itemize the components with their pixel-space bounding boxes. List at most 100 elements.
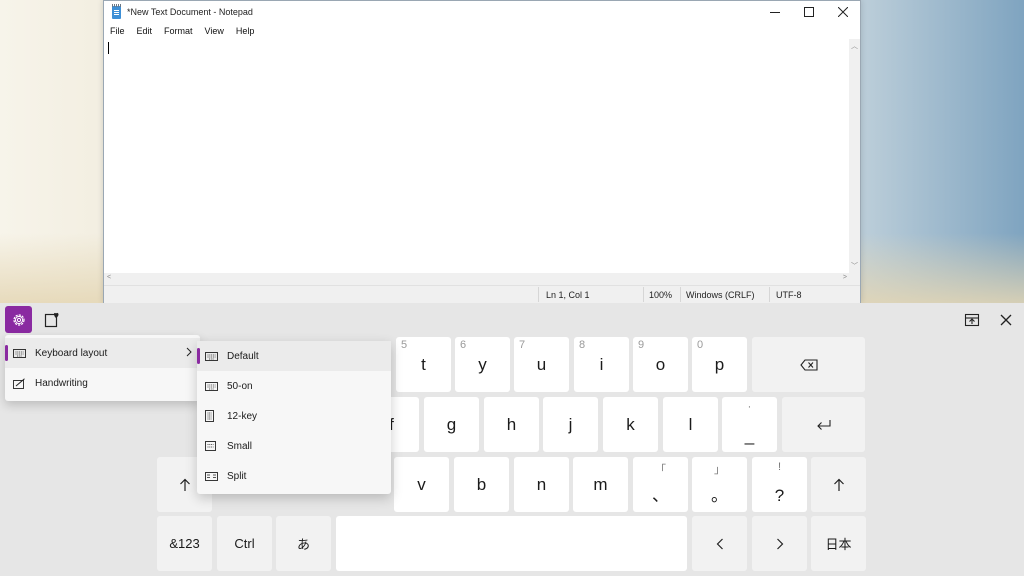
layout-option-50-on[interactable]: 50-on (197, 371, 391, 401)
title-bar[interactable]: *New Text Document - Notepad (104, 1, 860, 23)
handwriting-icon (13, 377, 35, 389)
language-key[interactable]: 日本 (811, 516, 866, 571)
settings-button[interactable] (5, 306, 32, 333)
scroll-down-icon[interactable]: ﹀ (851, 261, 858, 271)
menu-file[interactable]: File (110, 26, 125, 36)
scroll-right-icon[interactable]: > (843, 274, 847, 281)
menu-item-keyboard-layout[interactable]: Keyboard layout (5, 338, 200, 368)
key-label: l (688, 414, 693, 434)
shift-icon (833, 478, 844, 491)
vertical-scrollbar[interactable]: ︿ ﹀ (849, 39, 860, 273)
selection-indicator (5, 345, 8, 361)
status-divider (769, 287, 770, 302)
key-i[interactable]: 8i (574, 337, 629, 392)
minimize-icon (770, 12, 780, 13)
key-t[interactable]: 5t (396, 337, 451, 392)
maximize-button[interactable] (792, 1, 826, 23)
menu-item-label: 12-key (227, 410, 258, 422)
scroll-corner (849, 273, 860, 285)
key-label: ? (774, 486, 785, 505)
key-label: n (536, 474, 547, 494)
horizontal-scrollbar[interactable]: < > (104, 273, 850, 285)
key-g[interactable]: g (424, 397, 479, 452)
key-b[interactable]: b (454, 457, 509, 512)
status-divider (680, 287, 681, 302)
menu-item-handwriting[interactable]: Handwriting (5, 368, 200, 398)
menu-bar: File Edit Format View Help (104, 23, 860, 39)
menu-edit[interactable]: Edit (137, 26, 153, 36)
scroll-up-icon[interactable]: ︿ (851, 41, 858, 51)
key-p[interactable]: 0p (692, 337, 747, 392)
status-divider (538, 287, 539, 302)
keyboard-icon (205, 381, 227, 391)
minimize-button[interactable] (758, 1, 792, 23)
key-o[interactable]: 9o (633, 337, 688, 392)
key-label: o (655, 354, 666, 374)
key-label: i (599, 354, 604, 374)
key-y[interactable]: 6y (455, 337, 510, 392)
key-label: &123 (169, 536, 200, 551)
scroll-left-icon[interactable]: < (107, 274, 111, 281)
layout-option-split[interactable]: Split (197, 461, 391, 491)
status-position: Ln 1, Col 1 (546, 290, 590, 300)
enter-key[interactable] (782, 397, 865, 452)
key-label: 。 (711, 486, 728, 505)
close-window-button[interactable] (826, 1, 860, 23)
key-period-jp[interactable]: 」。 (692, 457, 747, 512)
chevron-left-icon (716, 538, 723, 549)
backspace-key[interactable] (752, 337, 865, 392)
key-comma-jp[interactable]: 「、 (633, 457, 688, 512)
key-question[interactable]: !? (752, 457, 807, 512)
key-h[interactable]: h (484, 397, 539, 452)
layout-option-small[interactable]: Small (197, 431, 391, 461)
menu-item-label: Keyboard layout (35, 347, 108, 359)
key-u[interactable]: 7u (514, 337, 569, 392)
space-key[interactable] (336, 516, 687, 571)
menu-item-label: 50-on (227, 380, 253, 392)
layout-option-12-key[interactable]: 12-key (197, 401, 391, 431)
keyboard-icon (13, 348, 35, 358)
key-j[interactable]: j (543, 397, 598, 452)
dock-button[interactable] (957, 306, 987, 334)
clipboard-button[interactable] (38, 306, 65, 333)
key-hint: 9 (638, 339, 645, 351)
ctrl-key[interactable]: Ctrl (217, 516, 272, 571)
status-divider (643, 287, 644, 302)
layout-option-default[interactable]: Default (197, 341, 391, 371)
arrow-left-key[interactable] (692, 516, 747, 571)
close-keyboard-button[interactable] (992, 306, 1020, 334)
keyboard-icon (205, 351, 227, 361)
key-label: Ctrl (234, 536, 255, 551)
key-label: 、 (652, 486, 669, 505)
menu-help[interactable]: Help (236, 26, 255, 36)
key-label: 日本 (825, 537, 852, 552)
key-k[interactable]: k (603, 397, 658, 452)
key-underscore[interactable]: · _ (722, 397, 777, 452)
settings-menu: Keyboard layout Handwriting (5, 335, 200, 401)
key-label: b (476, 474, 487, 494)
status-encoding: UTF-8 (776, 290, 802, 300)
key-label: h (506, 414, 517, 434)
key-label: あ (296, 537, 310, 552)
status-zoom: 100% (649, 290, 673, 300)
symbols-key[interactable]: &123 (157, 516, 212, 571)
text-editor[interactable] (104, 39, 850, 273)
key-m[interactable]: m (573, 457, 628, 512)
shift-right-key[interactable] (811, 457, 866, 512)
chevron-right-icon (186, 347, 192, 360)
key-v[interactable]: v (394, 457, 449, 512)
key-n[interactable]: n (514, 457, 569, 512)
kana-key[interactable]: あ (276, 516, 331, 571)
notepad-window: *New Text Document - Notepad File Edit F… (103, 0, 861, 303)
key-hint: 5 (401, 339, 408, 351)
key-hint: 0 (697, 339, 704, 351)
menu-view[interactable]: View (205, 26, 224, 36)
key-label: v (417, 474, 426, 494)
text-caret (108, 42, 109, 54)
arrow-right-key[interactable] (752, 516, 807, 571)
key-l[interactable]: l (663, 397, 718, 452)
key-label: j (568, 414, 573, 434)
key-label: t (421, 354, 426, 374)
shift-icon (179, 478, 190, 491)
menu-format[interactable]: Format (164, 26, 193, 36)
